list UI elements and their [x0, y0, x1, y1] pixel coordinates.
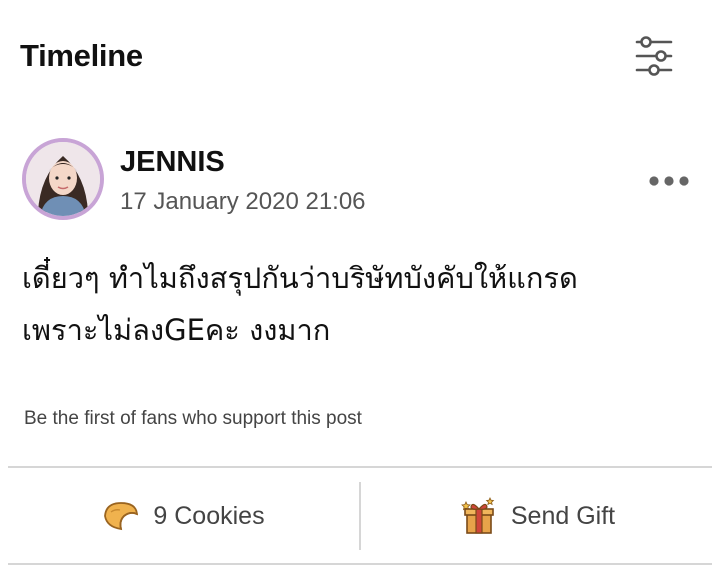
divider	[8, 466, 712, 468]
cookies-button[interactable]: 9 Cookies	[8, 482, 358, 550]
filter-button[interactable]	[628, 32, 680, 80]
support-hint: Be the first of fans who support this po…	[24, 408, 362, 429]
more-options-button[interactable]	[646, 168, 692, 194]
post-text-line: เพราะไม่ลงGEคะ งงมาก	[22, 313, 331, 347]
divider	[359, 482, 361, 550]
more-dots-icon	[649, 176, 689, 186]
post-timestamp: 17 January 2020 21:06	[120, 188, 366, 215]
post-body: เดี๋ยวๆ ทำไมถึงสรุปกันว่าบริษัทบังคับให้…	[22, 252, 702, 356]
cookies-label: 9 Cookies	[153, 501, 265, 530]
timeline-header: Timeline	[0, 0, 720, 110]
send-gift-button[interactable]: Send Gift	[362, 482, 712, 550]
author-name[interactable]: JENNIS	[120, 146, 225, 179]
post-header: JENNIS 17 January 2020 21:06	[22, 138, 712, 222]
divider	[8, 563, 712, 565]
send-gift-label: Send Gift	[510, 501, 616, 530]
sliders-icon	[635, 36, 673, 76]
page-title: Timeline	[20, 38, 143, 73]
post-text-line: เดี๋ยวๆ ทำไมถึงสรุปกันว่าบริษัทบังคับให้…	[22, 261, 578, 295]
avatar-image	[26, 142, 100, 216]
fortune-cookie-icon	[101, 496, 141, 536]
avatar[interactable]	[22, 138, 104, 220]
gift-box-icon	[459, 496, 499, 536]
